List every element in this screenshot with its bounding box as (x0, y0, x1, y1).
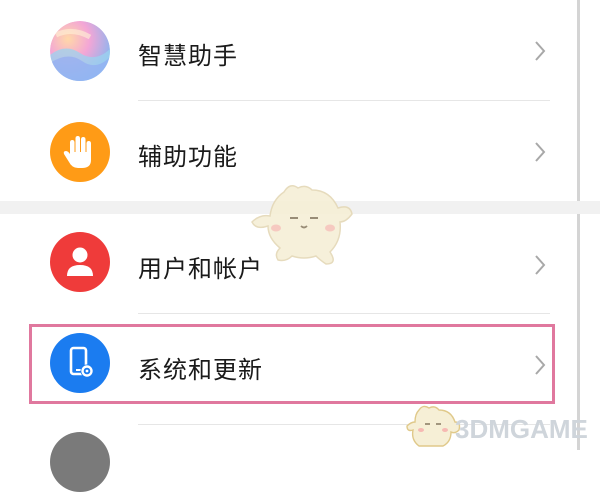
settings-screen: 智慧助手 辅助功能 用户和帐户 系统和更新 3DMGAME (0, 0, 600, 492)
phone-gear-icon (50, 333, 110, 393)
settings-item-label: 辅助功能 (138, 143, 238, 171)
watermark-text: 3DMGAME (455, 414, 588, 444)
chevron-right-icon (533, 354, 547, 376)
chevron-right-icon (533, 254, 547, 276)
settings-item-system-update[interactable]: 系统和更新 (0, 314, 576, 418)
settings-item-smart-assistant[interactable]: 智慧助手 (0, 0, 576, 104)
gray-circle-icon (50, 432, 110, 492)
settings-item-label: 用户和帐户 (138, 255, 263, 283)
chevron-right-icon (533, 141, 547, 163)
settings-item-label: 智慧助手 (138, 42, 238, 70)
hand-icon (50, 122, 110, 182)
user-icon (50, 232, 110, 292)
settings-item-label: 系统和更新 (138, 356, 263, 384)
settings-item-accessibility[interactable]: 辅助功能 (0, 101, 576, 205)
settings-item-users-accounts[interactable]: 用户和帐户 (0, 214, 576, 318)
section-separator (0, 201, 600, 214)
chevron-right-icon (533, 40, 547, 62)
assistant-gradient-icon (50, 21, 110, 81)
scrollbar[interactable] (577, 0, 580, 450)
